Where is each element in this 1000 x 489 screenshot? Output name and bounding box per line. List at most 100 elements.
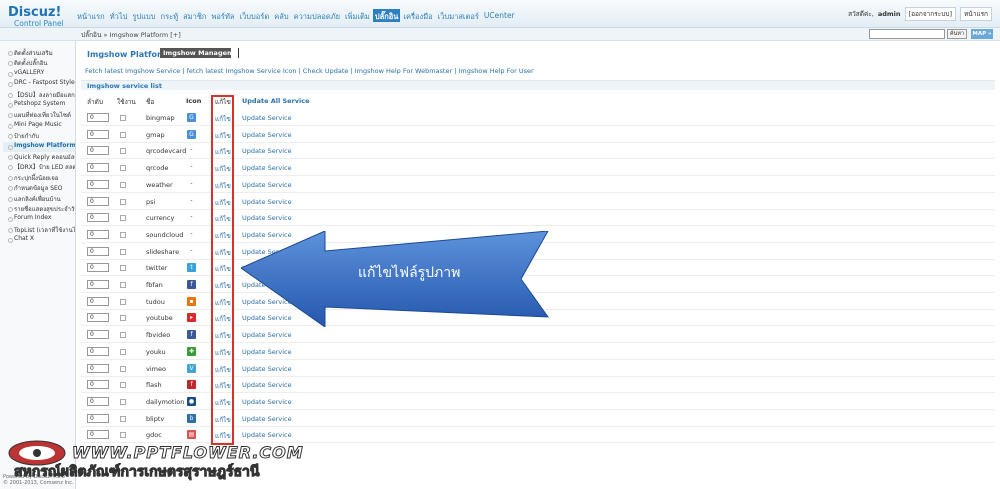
tab-imgshow-management[interactable]: Imgshow Management <box>160 48 231 58</box>
topnav-item[interactable]: เว็บมาสเตอร์ <box>436 9 481 22</box>
update-service-link[interactable]: Update Service <box>242 198 292 206</box>
sidebar-item[interactable]: แผนที่ท่องเที่ยวในไซต์ <box>3 110 75 120</box>
enabled-checkbox[interactable] <box>120 332 126 339</box>
enabled-checkbox[interactable] <box>120 115 126 121</box>
sidebar-item[interactable]: ป้ายกำกับ <box>3 131 75 141</box>
enabled-checkbox[interactable] <box>120 215 126 222</box>
order-input[interactable]: 0 <box>87 196 109 206</box>
search-button[interactable]: ค้นหา <box>947 29 967 39</box>
sidebar-item[interactable]: กระปุกผึ้งน้อยเจอ <box>3 173 75 183</box>
order-input[interactable]: 0 <box>87 380 109 390</box>
callout-text: แก้ไขไฟล์รูปภาพ <box>358 265 461 281</box>
enabled-checkbox[interactable] <box>120 315 126 322</box>
update-service-link[interactable]: Update Service <box>242 431 292 439</box>
order-input[interactable]: 0 <box>87 430 109 440</box>
enabled-checkbox[interactable] <box>120 148 126 155</box>
enabled-checkbox[interactable] <box>120 398 126 405</box>
enabled-checkbox[interactable] <box>120 432 126 439</box>
sidebar-item[interactable]: Imgshow Platform <box>3 141 75 152</box>
sidebar-item[interactable]: vGALLERY <box>3 69 75 79</box>
watermark-text: สหกรณ์ผลิตภัณฑ์การเกษตรสุราษฎร์ธานี <box>13 464 260 481</box>
update-service-link[interactable]: Update Service <box>242 331 292 339</box>
order-input[interactable]: 0 <box>87 179 109 189</box>
sidebar-item[interactable]: แลกลิงค์เพื่อนบ้าน <box>3 194 75 204</box>
topnav-item[interactable]: สมาชิก <box>181 9 208 22</box>
search-input[interactable] <box>869 29 945 39</box>
update-service-link[interactable]: Update Service <box>242 415 292 423</box>
enabled-checkbox[interactable] <box>120 382 126 389</box>
topnav-item[interactable]: เพิ่มเติม <box>343 9 372 22</box>
discuz-logo[interactable]: Discuz! Control Panel <box>8 6 72 28</box>
enabled-checkbox[interactable] <box>120 348 126 355</box>
sidebar-item[interactable]: Mini Page Music <box>3 121 75 131</box>
order-input[interactable]: 0 <box>87 246 109 256</box>
enabled-checkbox[interactable] <box>120 415 126 422</box>
sidebar-item[interactable]: TopList (เวลาที่ใช้งานได้เพิ่มเติม) <box>3 225 75 235</box>
order-input[interactable]: 0 <box>87 413 109 423</box>
sidebar-item[interactable]: Quick Reply คลอนมัลเตอร์ <box>3 152 75 162</box>
topnav-item[interactable]: คลับ <box>272 9 290 22</box>
service-icon: b <box>187 413 196 423</box>
order-input[interactable]: 0 <box>87 146 109 156</box>
sidebar-item[interactable]: Forum Index <box>3 214 75 224</box>
topnav-item[interactable]: ทั่วไป <box>108 9 130 22</box>
enabled-checkbox[interactable] <box>120 231 126 238</box>
order-input[interactable]: 0 <box>87 229 109 239</box>
update-service-link[interactable]: Update Service <box>242 348 292 356</box>
order-input[interactable]: 0 <box>87 263 109 273</box>
topnav-item[interactable]: ความปลอดภัย <box>292 9 342 22</box>
action-links[interactable]: Fetch latest Imgshow Service | fetch lat… <box>85 67 534 75</box>
order-input[interactable]: 0 <box>87 280 109 289</box>
sidebar-item[interactable]: Petshopz System <box>3 100 75 110</box>
enabled-checkbox[interactable] <box>120 282 126 288</box>
topnav-item[interactable]: รูปแบบ <box>130 9 157 22</box>
order-input[interactable]: 0 <box>87 396 109 406</box>
order-input[interactable]: 0 <box>87 296 109 306</box>
order-input[interactable]: 0 <box>87 346 109 356</box>
update-service-link[interactable]: Update Service <box>242 131 292 139</box>
update-all-button[interactable]: Update All Service <box>242 97 310 105</box>
sidebar-item[interactable]: ติดตั้งปลั๊กอิน <box>3 58 75 68</box>
update-service-link[interactable]: Update Service <box>242 181 292 189</box>
sidebar-item[interactable]: 【DRX】ป้าย LED สลด <box>3 162 75 172</box>
enabled-checkbox[interactable] <box>120 298 126 305</box>
sidebar-item[interactable]: กำหนดข้อมูล SEO <box>3 183 75 193</box>
logout-link[interactable]: [ออกจากระบบ] <box>904 7 956 21</box>
sidebar-item[interactable]: ติดตั้งส่วนเสริม <box>3 48 75 58</box>
order-input[interactable]: 0 <box>87 113 109 122</box>
topnav-item[interactable]: กระทู้ <box>159 9 181 22</box>
order-input[interactable]: 0 <box>87 129 109 139</box>
sidebar-item[interactable]: Chat X <box>3 235 75 245</box>
home-link[interactable]: หน้าแรก <box>960 7 992 21</box>
enabled-checkbox[interactable] <box>120 265 126 272</box>
enabled-checkbox[interactable] <box>120 248 126 255</box>
update-service-link[interactable]: Update Service <box>242 114 292 122</box>
update-service-link[interactable]: Update Service <box>242 164 292 172</box>
map-button[interactable]: MAP » <box>971 29 993 39</box>
sidebar-item[interactable]: รายชื่อแสดงสุขประจำวัน <box>3 204 75 214</box>
sidebar-item[interactable]: 【DSU】ลงลายมือแสกน้ำ <box>3 90 75 100</box>
topnav-item[interactable]: ปลั๊กอิน <box>372 9 401 22</box>
update-service-link[interactable]: Update Service <box>242 381 292 389</box>
enabled-checkbox[interactable] <box>120 181 126 188</box>
topnav-item[interactable]: เว็บบอร์ด <box>238 9 272 22</box>
update-service-link[interactable]: Update Service <box>242 147 292 155</box>
topnav-item[interactable]: พอร์ทัล <box>209 9 236 22</box>
order-input[interactable]: 0 <box>87 213 109 223</box>
update-service-link[interactable]: Update Service <box>242 398 292 406</box>
enabled-checkbox[interactable] <box>120 198 126 205</box>
order-input[interactable]: 0 <box>87 330 109 340</box>
breadcrumb[interactable]: ปลั๊กอิน » Imgshow Platform [+] <box>81 30 181 40</box>
update-service-link[interactable]: Update Service <box>242 365 292 373</box>
order-input[interactable]: 0 <box>87 163 109 173</box>
enabled-checkbox[interactable] <box>120 365 126 372</box>
enabled-checkbox[interactable] <box>120 165 126 172</box>
topnav-item[interactable]: UCenter <box>482 9 517 22</box>
topnav-item[interactable]: หน้าแรก <box>75 9 107 22</box>
update-service-link[interactable]: Update Service <box>242 214 292 222</box>
order-input[interactable]: 0 <box>87 313 109 323</box>
topnav-item[interactable]: เครื่องมือ <box>401 9 434 22</box>
sidebar-item[interactable]: DRC - Fastpost Style <box>3 79 75 89</box>
enabled-checkbox[interactable] <box>120 131 126 138</box>
order-input[interactable]: 0 <box>87 363 109 373</box>
